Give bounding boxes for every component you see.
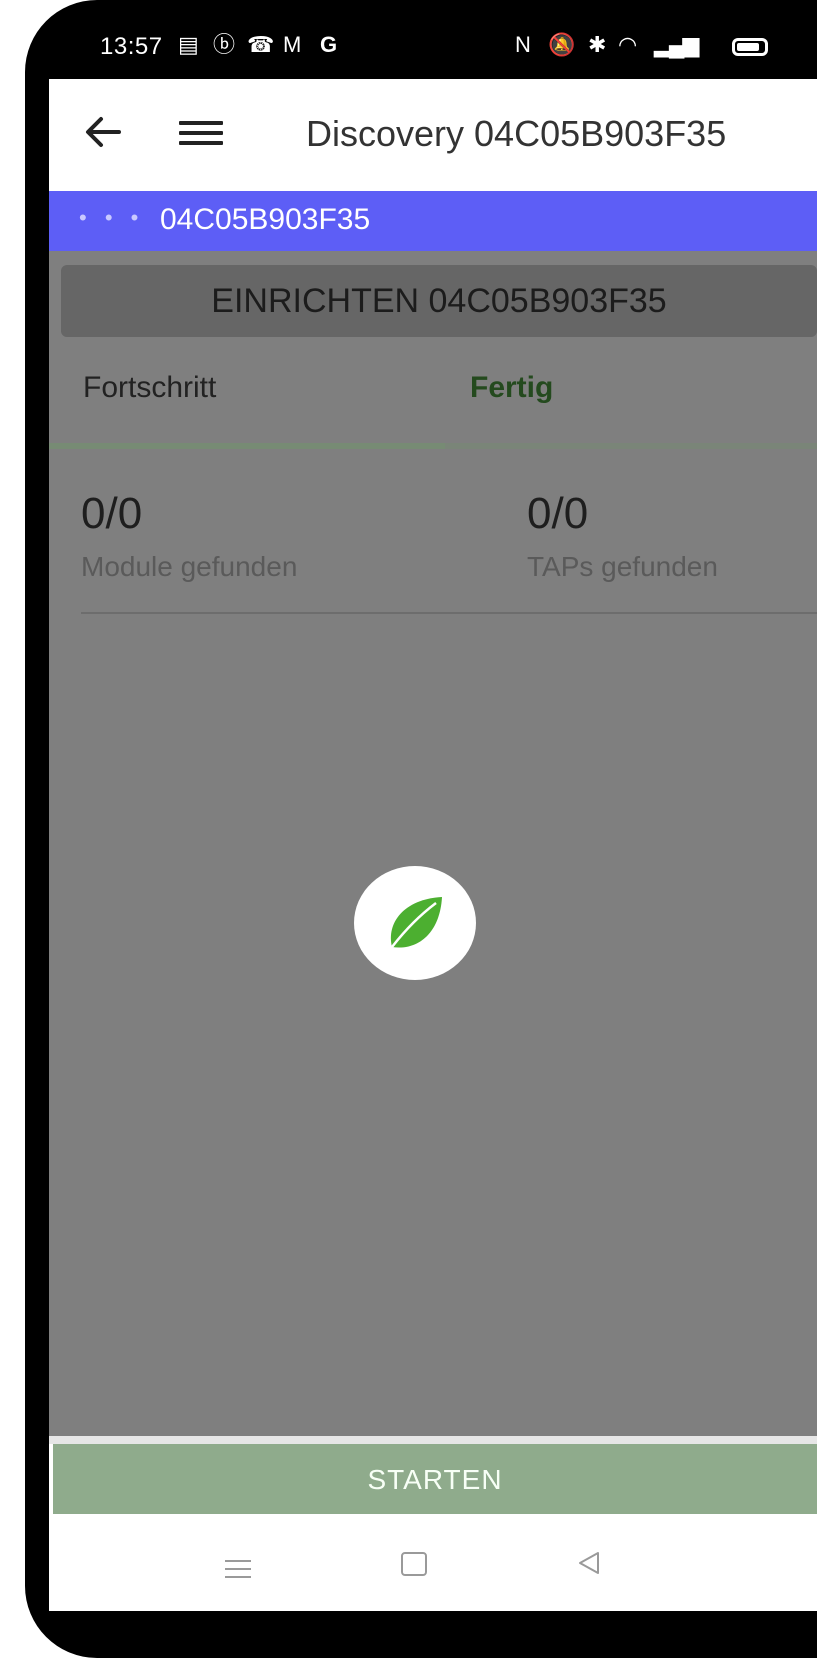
device-bar: • • • 04C05B903F35: [49, 191, 817, 251]
nav-back-icon[interactable]: [576, 1550, 602, 1576]
home-icon[interactable]: [401, 1552, 427, 1576]
google-icon: G: [320, 32, 338, 57]
dots-indicator: • • •: [79, 205, 145, 230]
taps-count: 0/0: [527, 489, 589, 538]
loading-spinner: [354, 866, 476, 980]
system-nav-bar: [49, 1514, 817, 1611]
taps-label: TAPs gefunden: [527, 551, 718, 582]
tab-fortschritt[interactable]: Fortschritt: [83, 371, 216, 405]
discovery-panel: EINRICHTEN 04C05B903F35 Fortschritt Fert…: [49, 251, 817, 1444]
stats-divider: [81, 612, 817, 614]
hamburger-menu-icon[interactable]: [179, 115, 223, 151]
nfc-icon: N: [515, 32, 531, 57]
leaf-icon: [390, 897, 442, 948]
note-icon: ▤: [178, 32, 199, 57]
status-time: 13:57: [100, 33, 163, 60]
gmail-icon: M: [283, 32, 302, 57]
app-bar: Discovery 04C05B903F35: [49, 79, 817, 191]
modules-label: Module gefunden: [81, 551, 298, 582]
setup-header: EINRICHTEN 04C05B903F35: [61, 265, 817, 337]
bluetooth-icon: ✱: [588, 32, 607, 57]
wifi-icon: ◠: [618, 32, 638, 57]
page-title: Discovery 04C05B903F35: [306, 113, 727, 154]
tab-fertig[interactable]: Fertig: [470, 371, 553, 405]
start-button[interactable]: STARTEN: [53, 1444, 817, 1514]
back-arrow-icon[interactable]: [79, 107, 129, 157]
status-bar: 13:57 ▤ ⓑ ☎ M G N 🔕 ✱ ◠ ▂▄▆: [0, 0, 817, 79]
tab-active-indicator: [445, 443, 817, 449]
device-id-label: 04C05B903F35: [160, 203, 371, 236]
modules-count: 0/0: [81, 489, 143, 538]
button-divider: [49, 1436, 817, 1444]
signal-icon: ▂▄▆: [654, 32, 699, 57]
recent-apps-icon[interactable]: [225, 1554, 251, 1584]
battery-icon: [732, 38, 768, 56]
mute-icon: 🔕: [548, 32, 576, 57]
app-screen: Discovery 04C05B903F35 • • • 04C05B903F3…: [49, 79, 817, 1611]
b-circle-icon: ⓑ: [213, 32, 236, 57]
missed-call-icon: ☎: [247, 32, 275, 57]
